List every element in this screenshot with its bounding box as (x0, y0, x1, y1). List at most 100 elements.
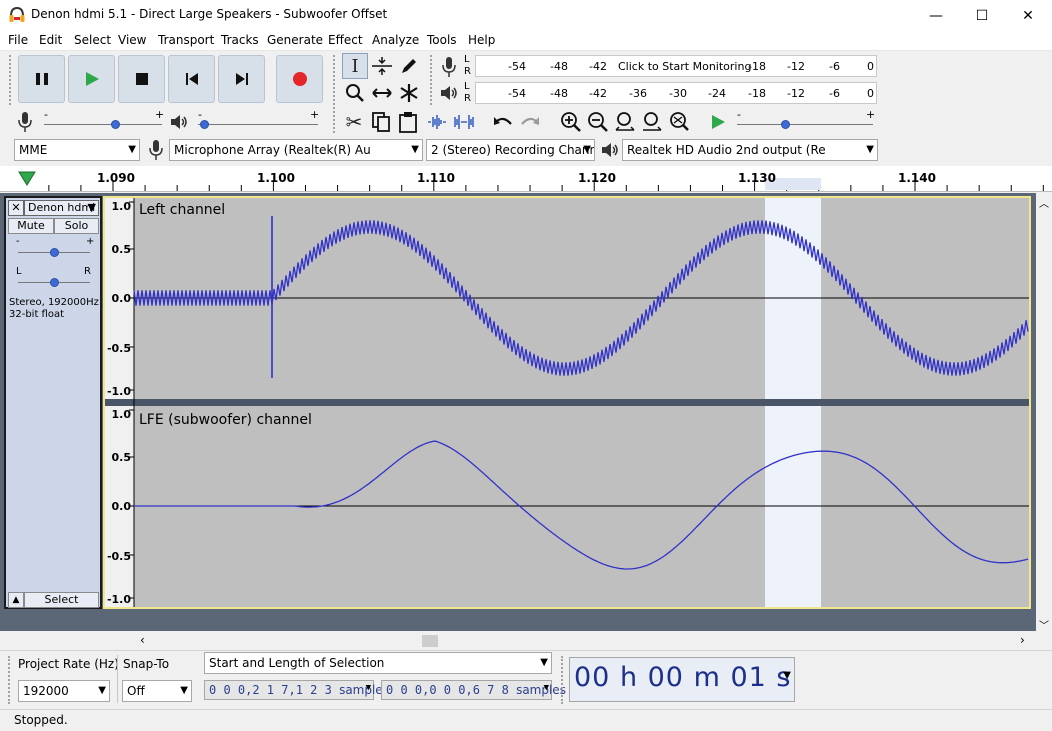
playback-volume-thumb[interactable] (200, 120, 209, 129)
fit-project-button[interactable] (639, 109, 665, 135)
menu-file[interactable]: File (8, 33, 28, 47)
zoom-out-button[interactable] (585, 109, 611, 135)
monitoring-hint[interactable]: Click to Start Monitoring (616, 60, 754, 73)
play-button[interactable] (68, 55, 115, 103)
audio-position-time[interactable]: 00 h 00 m 01 s ▼ (569, 657, 795, 702)
pause-button[interactable] (18, 55, 65, 103)
scroll-left-icon[interactable]: ‹ (140, 633, 145, 647)
play-speed-thumb[interactable] (780, 120, 790, 129)
select-label: Select (44, 593, 79, 606)
channels-value: 2 (Stereo) Recording Chann (431, 143, 595, 157)
snap-to-select[interactable]: Off ▼ (122, 680, 192, 702)
audio-host-select[interactable]: MME ▼ (14, 139, 140, 161)
channels-select[interactable]: 2 (Stereo) Recording Chann ▼ (426, 139, 595, 161)
recording-volume-slider[interactable] (44, 124, 162, 125)
hscroll-thumb[interactable] (422, 635, 438, 647)
scroll-down-icon[interactable]: ﹀ (1039, 617, 1049, 632)
undo-button[interactable] (490, 109, 516, 135)
selection-mode-select[interactable]: Start and Length of Selection ▼ (204, 652, 552, 674)
project-rate-select[interactable]: 192000 ▼ (18, 680, 110, 702)
fit-selection-button[interactable] (612, 109, 638, 135)
zoom-fit-icon (643, 112, 662, 131)
envelope-tool[interactable] (369, 53, 395, 79)
play-speed-slider[interactable] (737, 124, 873, 125)
chevron-down-icon[interactable]: ▼ (544, 683, 549, 693)
meter-tick: -12 (787, 60, 805, 73)
menu-generate[interactable]: Generate (267, 33, 323, 47)
menu-view[interactable]: View (118, 33, 146, 47)
timeline-ruler[interactable]: 1.090 1.100 1.110 1.120 1.130 1.140 (0, 166, 1052, 192)
gain-thumb[interactable] (50, 248, 59, 257)
minimize-button[interactable]: — (913, 0, 959, 31)
silence-button[interactable] (451, 109, 477, 135)
menu-effect[interactable]: Effect (328, 33, 363, 47)
mute-button[interactable]: Mute (8, 218, 54, 234)
trim-button[interactable] (424, 109, 450, 135)
menu-tools[interactable]: Tools (427, 33, 457, 47)
chevron-down-icon: ▼ (180, 685, 188, 696)
timeshift-tool[interactable] (369, 80, 395, 106)
horizontal-scrollbar[interactable]: ‹ › (132, 633, 1036, 649)
maximize-button[interactable]: ☐ (959, 0, 1005, 31)
play-meter-r: R (464, 93, 471, 104)
chevron-down-icon: ▼ (128, 144, 136, 155)
menu-help[interactable]: Help (468, 33, 495, 47)
channel-separator (105, 399, 1029, 406)
playback-meter[interactable]: -54 -48 -42 -36 -30 -24 -18 -12 -6 0 (475, 82, 877, 104)
track-close-button[interactable]: ✕ (8, 200, 24, 216)
playback-volume-slider[interactable] (198, 124, 318, 125)
record-meter-button[interactable] (436, 54, 462, 80)
zoom-in-button[interactable] (558, 109, 584, 135)
ruler-label: 1.130 (738, 171, 776, 185)
mute-label: Mute (17, 219, 45, 232)
record-button[interactable] (276, 55, 323, 103)
paste-button[interactable] (395, 109, 421, 135)
chevron-down-icon[interactable]: ▼ (366, 683, 371, 693)
chevron-down-icon: ▼ (98, 685, 106, 696)
close-button[interactable]: ✕ (1005, 0, 1051, 31)
skip-start-button[interactable] (168, 55, 215, 103)
menu-transport[interactable]: Transport (158, 33, 214, 47)
input-device-select[interactable]: Microphone Array (Realtek(R) Au ▼ (169, 139, 423, 161)
menu-select[interactable]: Select (74, 33, 111, 47)
waveform-canvas[interactable] (105, 198, 1029, 607)
time-grip[interactable] (561, 656, 567, 704)
multi-tool[interactable] (396, 80, 422, 106)
track-control-panel[interactable]: ✕ Denon hdmi ▼ Mute Solo - + L R Stereo, … (4, 196, 102, 609)
scroll-up-icon[interactable]: ︿ (1039, 195, 1049, 210)
vscale-label: 1.0 (111, 200, 132, 213)
playback-meter-button[interactable] (436, 80, 462, 106)
play-at-speed-button[interactable] (705, 109, 731, 135)
waveform-display[interactable]: 1.0 0.5 0.0 -0.5 -1.0 1.0 0.5 0.0 -0.5 -… (103, 196, 1031, 609)
menu-edit[interactable]: Edit (39, 33, 62, 47)
cut-button[interactable]: ✂ (341, 109, 367, 135)
zoom-toggle-button[interactable] (666, 109, 692, 135)
scroll-right-icon[interactable]: › (1020, 633, 1025, 647)
collapse-track-button[interactable]: ▲ (8, 592, 24, 608)
track-select-button[interactable]: Select (24, 592, 99, 608)
tools-grip[interactable] (333, 55, 339, 133)
skip-end-button[interactable] (218, 55, 265, 103)
redo-button[interactable] (517, 109, 543, 135)
input-device-icon-holder (143, 137, 169, 163)
zoom-tool[interactable] (342, 80, 368, 106)
draw-tool[interactable] (396, 53, 422, 79)
recording-volume-thumb[interactable] (110, 120, 120, 129)
menu-analyze[interactable]: Analyze (372, 33, 419, 47)
output-device-select[interactable]: Realtek HD Audio 2nd output (Re ▼ (622, 139, 878, 161)
chevron-down-icon[interactable]: ▼ (783, 670, 792, 681)
stop-button[interactable] (118, 55, 165, 103)
copy-button[interactable] (368, 109, 394, 135)
vertical-scrollbar[interactable]: ︿ ﹀ (1036, 193, 1052, 633)
solo-button[interactable]: Solo (54, 218, 99, 234)
selection-start-field[interactable]: 0 0 0,2 1 7,1 2 3 samples ▼ (204, 680, 389, 700)
track-name-menu[interactable]: Denon hdmi ▼ (24, 200, 99, 216)
selection-grip[interactable] (8, 656, 14, 704)
toolbar-grip[interactable] (9, 55, 15, 105)
menu-tracks[interactable]: Tracks (221, 33, 259, 47)
pan-thumb[interactable] (50, 278, 59, 287)
selection-tool[interactable]: I (342, 53, 368, 79)
selection-length-field[interactable]: 0 0 0,0 0 0,6 7 8 samples ▼ (381, 680, 566, 700)
close-icon: ✕ (1022, 7, 1034, 24)
record-meter[interactable]: -54 -48 -42 Click to Start Monitoring -1… (475, 55, 877, 77)
